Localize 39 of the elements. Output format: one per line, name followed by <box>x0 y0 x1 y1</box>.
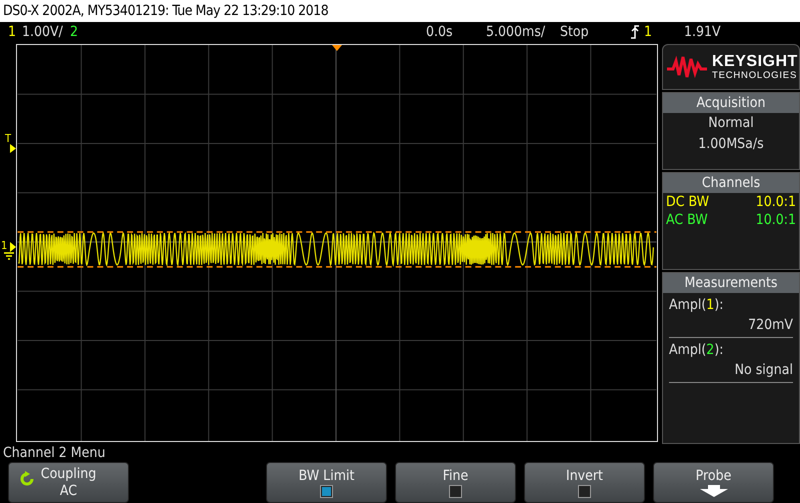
ground-arrow-icon <box>2 242 16 260</box>
logo-subtitle: TECHNOLOGIES <box>712 70 798 80</box>
measurement-value: No signal <box>734 361 793 380</box>
channel-number: 1 <box>8 24 18 40</box>
menu-title: Channel 2 Menu <box>2 444 106 462</box>
sample-rate: 1.00MSa/s <box>697 135 765 154</box>
softkey[interactable]: Invert <box>524 462 645 503</box>
wave-logo-icon <box>667 55 707 79</box>
delay-value: 0.0s <box>426 24 454 40</box>
vertical-scale: 1.00V/ <box>22 24 64 40</box>
channel-marker: 1 <box>1 240 8 251</box>
channel-number: 2 <box>70 24 80 40</box>
measurement-name: Ampl(2): <box>669 341 724 360</box>
trigger-level-marker: T <box>5 133 12 144</box>
trigger-source: 1 <box>644 24 654 40</box>
coupling-softkey[interactable]: Coupling AC <box>8 462 129 503</box>
rising-edge-icon <box>630 25 640 39</box>
down-arrow-icon <box>700 485 728 497</box>
cycle-icon <box>19 471 35 487</box>
logo-name: KEYSIGHT <box>712 54 798 70</box>
section-header: Measurements <box>663 273 799 293</box>
section-header: Acquisition <box>663 93 799 113</box>
softkey[interactable]: BW Limit <box>266 462 387 503</box>
measurement-name: Ampl(1): <box>669 296 724 315</box>
softkey[interactable]: Fine <box>395 462 516 503</box>
trigger-level: 1.91V <box>684 24 722 40</box>
section-header: Channels <box>663 173 799 193</box>
trigger-position-icon <box>332 45 342 51</box>
acquisition-mode: Normal <box>707 114 755 133</box>
timebase-value: 5.000ms/ <box>486 24 546 40</box>
probe-ratio: 10.0:1 <box>756 211 796 229</box>
measurement-value: 720mV <box>747 316 793 335</box>
trigger-arrow-icon <box>10 144 16 153</box>
run-state: Stop <box>560 24 590 40</box>
window-title: DS0-X 2002A, MY53401219: Tue May 22 13:29:10 2018 <box>0 0 800 22</box>
probe-ratio: 10.0:1 <box>756 193 796 211</box>
softkey[interactable]: Probe <box>653 462 774 503</box>
channel-label: DC BW <box>666 193 710 211</box>
channel-label: AC BW <box>666 211 708 229</box>
